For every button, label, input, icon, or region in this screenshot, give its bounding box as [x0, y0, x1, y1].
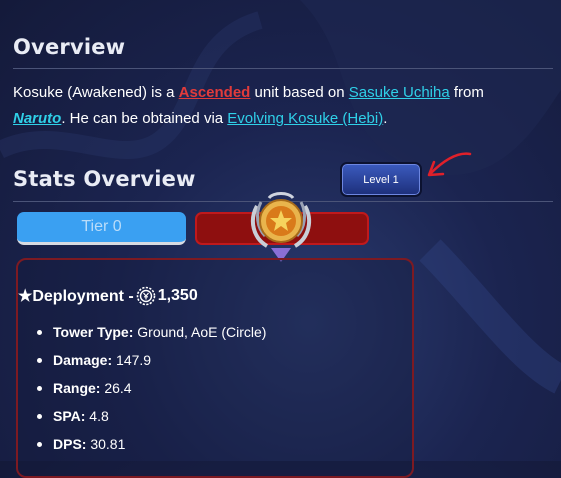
deployment-row: ★Deployment - 1,350 [18, 286, 198, 306]
sasuke-uchiha-link[interactable]: Sasuke Uchiha [349, 84, 450, 101]
annotation-arrow-icon [427, 152, 472, 177]
overview-text: . [383, 110, 388, 127]
stat-value: 30.81 [86, 436, 126, 452]
stat-damage: Damage: 147.9 [36, 350, 266, 378]
stat-value: 4.8 [85, 408, 109, 424]
overview-text: unit based on [250, 84, 349, 101]
stat-range: Range: 26.4 [36, 378, 266, 406]
stat-label: Range: [53, 380, 101, 396]
naruto-link[interactable]: Naruto [13, 110, 61, 127]
level-button[interactable]: Level 1 [340, 162, 422, 197]
tier-emblem-icon [250, 192, 312, 262]
stat-value: Ground, AoE (Circle) [133, 324, 267, 340]
overview-paragraph: Kosuke (Awakened) is a Ascended unit bas… [13, 80, 553, 132]
stats-overview-heading: Stats Overview [13, 167, 196, 191]
stats-list: Tower Type: Ground, AoE (Circle) Damage:… [36, 322, 267, 462]
overview-text: . He can be obtained via [61, 110, 228, 127]
stat-tower-type: Tower Type: Ground, AoE (Circle) [36, 322, 267, 350]
stat-label: DPS: [53, 436, 87, 452]
overview-heading: Overview [13, 35, 126, 59]
stat-value: 26.4 [100, 380, 132, 396]
stat-dps: DPS: 30.81 [36, 434, 266, 462]
stat-label: Damage: [53, 352, 113, 368]
stat-spa: SPA: 4.8 [36, 406, 266, 434]
deployment-cost: 1,350 [157, 287, 198, 304]
overview-divider [13, 68, 553, 69]
stat-value: 147.9 [112, 352, 152, 368]
stat-label: SPA: [53, 408, 86, 424]
stat-label: Tower Type: [53, 324, 134, 340]
evolving-kosuke-link[interactable]: Evolving Kosuke (Hebi) [227, 110, 383, 127]
tab-tier-0[interactable]: Tier 0 [17, 212, 186, 245]
deployment-label: ★Deployment - [18, 288, 134, 305]
overview-text: from [449, 84, 484, 101]
overview-text: Kosuke (Awakened) is a [13, 84, 179, 101]
yen-coin-icon [136, 286, 155, 306]
ascended-link[interactable]: Ascended [179, 84, 251, 101]
